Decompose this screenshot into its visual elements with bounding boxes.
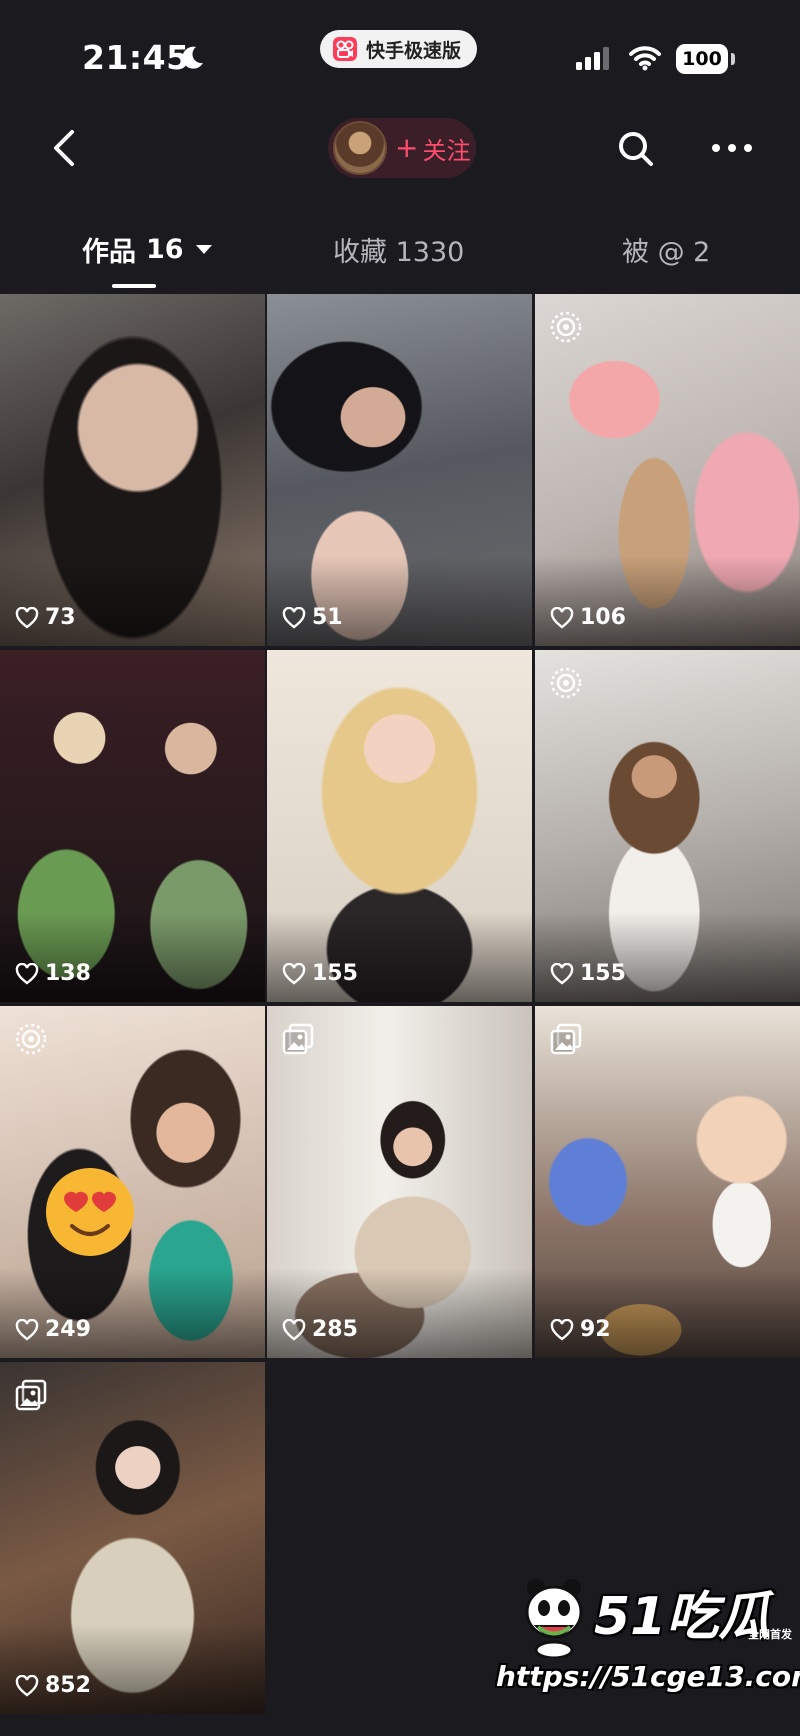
heart-icon [15,606,39,629]
grid-item[interactable]: 285 [267,1006,532,1358]
thumbnail-shade [0,912,265,1002]
like-count-value: 852 [45,1673,91,1698]
watermark-brand: 51吃瓜 [594,1587,771,1647]
watermark-tag: 全网首发 [748,1628,792,1641]
status-bar: 21:45 快手极速版 100 [0,0,800,100]
like-count-value: 138 [45,961,91,986]
like-count-value: 73 [45,605,76,630]
grid-item[interactable]: 92 [535,1006,800,1358]
like-count: 51 [282,605,343,630]
heart-icon [282,962,306,985]
like-count: 249 [15,1317,91,1342]
grid-item[interactable]: 852 [0,1362,265,1714]
heart-icon [15,1318,39,1341]
like-count-value: 285 [312,1317,358,1342]
photo-album-icon [550,1023,582,1055]
thumbnail-shade [267,912,532,1002]
tab-works-label: 作品 [82,237,136,268]
thumbnail-shade [0,1624,265,1714]
like-count: 285 [282,1317,358,1342]
like-count: 92 [550,1317,611,1342]
heart-icon [550,962,574,985]
thumbnail-shade [535,1268,800,1358]
live-ring-icon [550,311,582,343]
profile-works-screen: 21:45 快手极速版 100 + 关注 作品 16 收藏 1330 被 @ 2… [0,0,800,1736]
tab-favorites[interactable]: 收藏 1330 [333,230,464,269]
source-app-name: 快手极速版 [366,39,462,62]
search-icon[interactable] [617,130,655,168]
status-time: 21:45 [82,38,190,77]
live-ring-icon [15,1023,47,1055]
like-count: 852 [15,1673,91,1698]
grid-item[interactable]: 249 [0,1006,265,1358]
grid-item[interactable]: 155 [267,650,532,1002]
thumbnail-shade [535,556,800,646]
like-count: 155 [550,961,626,986]
thumbnail-shade [535,912,800,1002]
thumbnail-shade [0,1268,265,1358]
source-app-pill[interactable]: 快手极速版 [320,30,478,68]
caret-down-icon[interactable] [195,245,212,254]
top-nav: + 关注 [0,110,800,190]
photo-album-icon [15,1379,47,1411]
battery-indicator: 100 [676,44,728,74]
panda-mascot-icon [525,1579,583,1658]
grid-item[interactable]: 51 [267,294,532,646]
tab-works[interactable]: 作品 16 [82,230,212,269]
moon-icon [182,46,203,69]
heart-icon [15,1674,39,1697]
battery-tip [731,53,735,65]
tab-mentioned[interactable]: 被 @ 2 [622,230,710,269]
grid-item[interactable]: 155 [535,650,800,1002]
heart-icon [282,606,306,629]
wifi-icon [629,46,661,71]
grid-item[interactable]: 73 [0,294,265,646]
heart-icon [550,606,574,629]
follow-button[interactable]: + 关注 [328,118,476,178]
like-count-value: 92 [580,1317,611,1342]
heart-icon [282,1318,306,1341]
signal-bars-icon [576,47,609,70]
like-count-value: 106 [580,605,626,630]
like-count-value: 155 [312,961,358,986]
like-count: 155 [282,961,358,986]
back-button[interactable] [44,126,88,170]
heart-icon [15,962,39,985]
active-tab-indicator [112,284,156,288]
kuaishou-logo-icon [333,37,357,61]
plus-icon: + [395,131,419,164]
like-count: 73 [15,605,76,630]
avatar[interactable] [333,121,387,175]
more-horizontal-icon[interactable] [710,138,754,158]
heart-eyes-emoji-icon [46,1168,134,1256]
grid-item[interactable]: 106 [535,294,800,646]
follow-label: 关注 [422,136,471,165]
heart-icon [550,1318,574,1341]
photo-album-icon [282,1023,314,1055]
live-ring-icon [550,667,582,699]
like-count-value: 249 [45,1317,91,1342]
watermark-url: https://51cge13.com/ [496,1660,800,1693]
like-count-value: 51 [312,605,343,630]
like-count: 106 [550,605,626,630]
tab-works-count: 16 [146,234,184,265]
site-watermark: 51吃瓜 全网首发 https://51cge13.com/ [494,1574,800,1724]
grid-item[interactable]: 138 [0,650,265,1002]
thumbnail-shade [0,556,265,646]
content-tabs: 作品 16 收藏 1330 被 @ 2 [0,222,800,292]
like-count-value: 155 [580,961,626,986]
like-count: 138 [15,961,91,986]
follow-label-group: + 关注 [395,131,470,166]
thumbnail-shade [267,556,532,646]
thumbnail-shade [267,1268,532,1358]
